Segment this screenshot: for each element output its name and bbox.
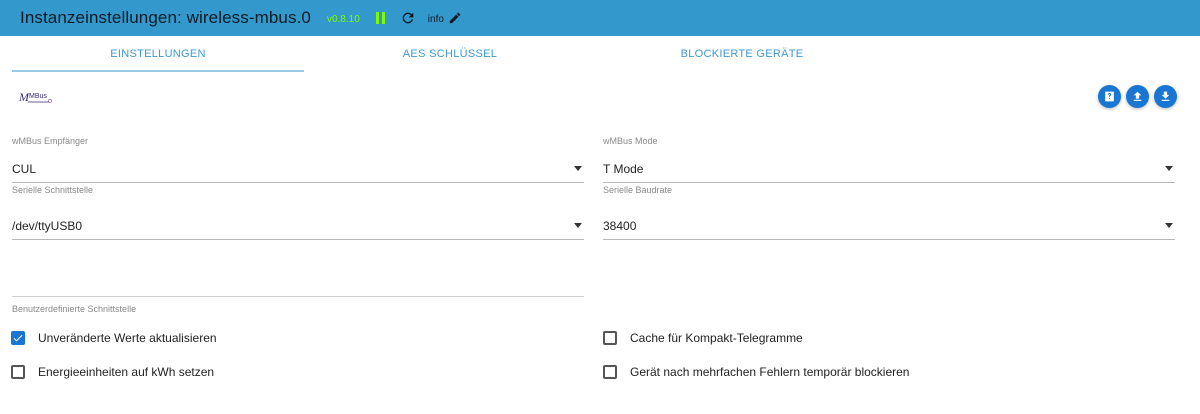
tab-blockierte-geraete[interactable]: BLOCKIERTE GERÄTE xyxy=(596,36,888,72)
baudrate-value: 38400 xyxy=(603,219,637,233)
baudrate-label: Serielle Baudrate xyxy=(603,185,673,195)
serial-port-label: Serielle Schnittstelle xyxy=(12,185,94,195)
checkbox-energy-kwh[interactable]: Energieeinheiten auf kWh setzen xyxy=(11,365,214,379)
mode-value: T Mode xyxy=(603,162,644,176)
mode-select[interactable]: T Mode xyxy=(603,143,1175,183)
tab-einstellungen[interactable]: EINSTELLUNGEN xyxy=(12,36,304,72)
checkbox-unchecked-icon[interactable] xyxy=(11,365,25,379)
pause-icon[interactable] xyxy=(374,10,388,26)
checkbox-label: Unveränderte Werte aktualisieren xyxy=(38,331,217,345)
checkbox-block-device[interactable]: Gerät nach mehrfachen Fehlern temporär b… xyxy=(603,365,909,379)
page-title: Instanzeinstellungen: wireless-mbus.0 xyxy=(20,8,311,27)
checkbox-checked-icon[interactable] xyxy=(11,331,25,345)
reload-icon[interactable] xyxy=(400,10,416,26)
receiver-value: CUL xyxy=(12,162,37,176)
checkbox-update-unchanged[interactable]: Unveränderte Werte aktualisieren xyxy=(11,331,217,345)
checkbox-unchecked-icon[interactable] xyxy=(603,365,617,379)
dropdown-arrow-icon xyxy=(574,166,582,171)
download-button[interactable] xyxy=(1154,85,1177,108)
header-bar: Instanzeinstellungen: wireless-mbus.0 v0… xyxy=(0,0,1200,36)
checkbox-unchecked-icon[interactable] xyxy=(603,331,617,345)
upload-icon xyxy=(1133,91,1142,101)
instance-settings-page: Instanzeinstellungen: wireless-mbus.0 v0… xyxy=(0,0,1200,414)
mbus-logo: M MBus xyxy=(18,88,54,106)
edit-icon[interactable] xyxy=(448,11,462,25)
info-label: info xyxy=(427,13,444,25)
version-badge: v0.8.10 xyxy=(326,13,360,25)
receiver-select[interactable]: CUL xyxy=(12,143,584,183)
svg-text:MBus: MBus xyxy=(29,93,47,100)
download-icon xyxy=(1161,91,1170,101)
tab-aes-schluessel[interactable]: AES SCHLÜSSEL xyxy=(304,36,596,72)
settings-tabs: EINSTELLUNGEN AES SCHLÜSSEL BLOCKIERTE G… xyxy=(12,36,892,72)
help-icon xyxy=(1105,91,1114,102)
serial-port-value: /dev/ttyUSB0 xyxy=(12,219,83,233)
dropdown-arrow-icon xyxy=(1165,223,1173,228)
baudrate-select[interactable]: 38400 xyxy=(603,200,1175,240)
action-buttons xyxy=(1098,85,1177,108)
serial-port-select[interactable]: /dev/ttyUSB0 xyxy=(12,200,584,240)
checkbox-label: Gerät nach mehrfachen Fehlern temporär b… xyxy=(630,365,910,379)
dropdown-arrow-icon xyxy=(574,223,582,228)
custom-port-input[interactable] xyxy=(12,257,584,297)
checkbox-cache-compact[interactable]: Cache für Kompakt-Telegramme xyxy=(603,331,803,345)
custom-port-label: Benutzerdefinierte Schnittstelle xyxy=(12,304,137,314)
help-button[interactable] xyxy=(1098,85,1121,108)
upload-button[interactable] xyxy=(1126,85,1149,108)
checkbox-label: Energieeinheiten auf kWh setzen xyxy=(38,365,215,379)
checkbox-label: Cache für Kompakt-Telegramme xyxy=(630,331,803,345)
dropdown-arrow-icon xyxy=(1165,166,1173,171)
